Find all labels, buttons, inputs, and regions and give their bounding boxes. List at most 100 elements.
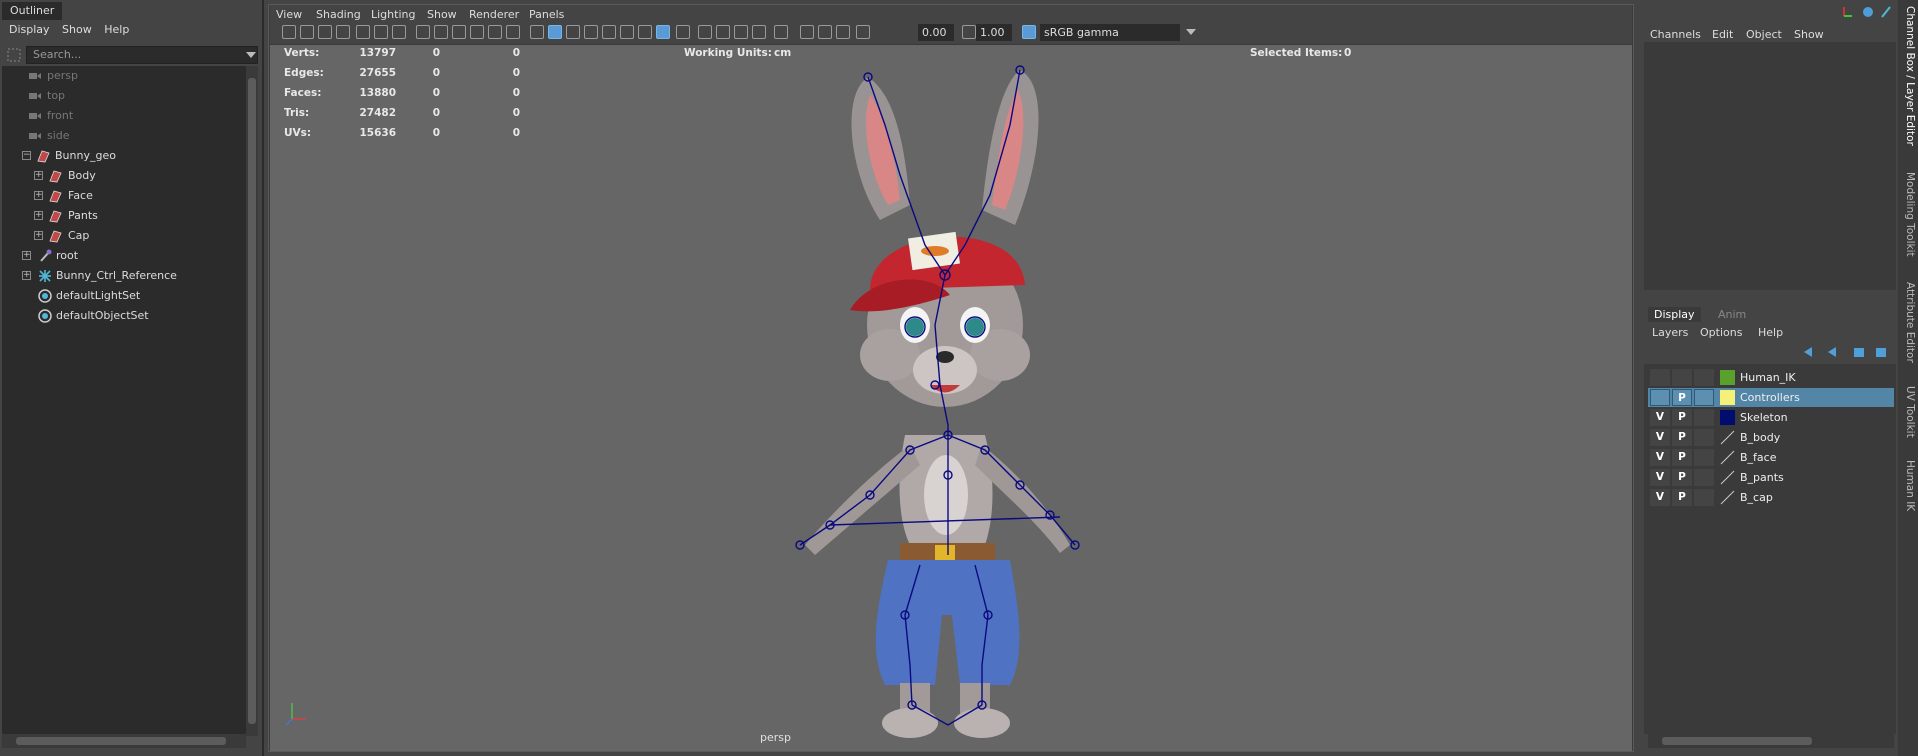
color-management-icon[interactable] <box>1022 25 1036 39</box>
shadows-icon[interactable] <box>638 25 652 39</box>
tab-uv-toolkit[interactable]: UV Toolkit <box>1900 386 1916 438</box>
channel-menu-edit[interactable]: Edit <box>1712 28 1733 41</box>
viewport-menu-view[interactable]: View <box>276 8 302 21</box>
channel-menu-object[interactable]: Object <box>1746 28 1782 41</box>
tab-channel-box-layer-editor[interactable]: Channel Box / Layer Editor <box>1900 6 1916 146</box>
layer-row-b-body[interactable]: V P B_body <box>1648 428 1894 447</box>
bunny-character-model[interactable] <box>720 55 1180 745</box>
grid-toggle-icon[interactable] <box>416 25 430 39</box>
tab-anim[interactable]: Anim <box>1712 307 1752 322</box>
outliner-menu-display[interactable]: Display <box>9 23 50 36</box>
no-color-icon[interactable] <box>1720 470 1735 485</box>
layer-color-swatch[interactable] <box>1720 410 1735 425</box>
channel-menu-channels[interactable]: Channels <box>1650 28 1701 41</box>
layer-visibility-toggle[interactable]: V <box>1650 469 1670 486</box>
outliner-menu-show[interactable]: Show <box>62 23 92 36</box>
layer-row-b-face[interactable]: V P B_face <box>1648 448 1894 467</box>
collapse-icon[interactable]: − <box>22 151 31 160</box>
sync-icon[interactable] <box>1863 7 1873 17</box>
safe-title-icon[interactable] <box>470 25 484 39</box>
scrollbar-thumb[interactable] <box>16 737 226 745</box>
layer-visibility-toggle[interactable] <box>1650 389 1670 406</box>
outliner-item-front[interactable]: front <box>29 106 73 126</box>
wireframe-on-shaded-icon[interactable] <box>584 25 598 39</box>
outliner-item-cap[interactable]: + Cap <box>34 226 89 246</box>
viewport-menu-panels[interactable]: Panels <box>529 8 564 21</box>
lock-camera-icon[interactable] <box>818 25 832 39</box>
anti-aliasing-icon[interactable] <box>752 25 766 39</box>
camera-select-icon[interactable] <box>800 25 814 39</box>
isolate-select-icon[interactable] <box>698 25 712 39</box>
layer-display-type-toggle[interactable] <box>1694 389 1714 406</box>
xray-icon[interactable] <box>656 25 670 39</box>
layer-menu-options[interactable]: Options <box>1700 326 1742 339</box>
viewport-menu-show[interactable]: Show <box>427 8 457 21</box>
ambient-occlusion-icon[interactable] <box>676 25 690 39</box>
lights-icon[interactable] <box>620 25 634 39</box>
layer-display-type-toggle[interactable] <box>1694 469 1714 486</box>
outliner-item-top[interactable]: top <box>29 86 65 106</box>
layer-editor-horizontal-scrollbar[interactable] <box>1648 734 1894 748</box>
wireframe-icon[interactable] <box>530 25 544 39</box>
resolution-gate-icon[interactable] <box>392 25 406 39</box>
layer-display-type-toggle[interactable] <box>1694 369 1714 386</box>
viewport-menu-shading[interactable]: Shading <box>316 8 361 21</box>
outliner-item-default-light-set[interactable]: defaultLightSet <box>38 286 140 306</box>
layer-color-swatch[interactable] <box>1720 370 1735 385</box>
layer-row-b-pants[interactable]: V P B_pants <box>1648 468 1894 487</box>
edit-icon[interactable] <box>1881 6 1891 18</box>
layer-menu-layers[interactable]: Layers <box>1652 326 1688 339</box>
layer-menu-help[interactable]: Help <box>1758 326 1783 339</box>
gamma-icon[interactable] <box>962 25 976 39</box>
layer-display-type-toggle[interactable] <box>1694 429 1714 446</box>
smooth-shade-icon[interactable] <box>548 25 562 39</box>
new-layer-selected-icon[interactable] <box>1876 348 1886 357</box>
outliner-tab[interactable]: Outliner <box>2 2 63 20</box>
layer-playback-toggle[interactable] <box>1672 369 1692 386</box>
ipr-icon[interactable] <box>836 25 850 39</box>
no-color-icon[interactable] <box>1720 490 1735 505</box>
textured-icon[interactable] <box>602 25 616 39</box>
channel-menu-show[interactable]: Show <box>1794 28 1824 41</box>
grid-view-icon[interactable] <box>356 25 370 39</box>
exposure-field[interactable]: 0.00 <box>918 24 954 41</box>
filter-icon[interactable] <box>6 47 22 63</box>
exposure-icon[interactable] <box>856 25 870 39</box>
no-color-icon[interactable] <box>1720 430 1735 445</box>
layer-playback-toggle[interactable]: P <box>1672 409 1692 426</box>
xray-joints-icon[interactable] <box>716 25 730 39</box>
channel-box-area[interactable] <box>1644 42 1896 290</box>
scrollbar-thumb[interactable] <box>1662 737 1812 745</box>
layer-row-b-cap[interactable]: V P B_cap <box>1648 488 1894 507</box>
expand-icon[interactable]: + <box>34 171 43 180</box>
layer-display-type-toggle[interactable] <box>1694 409 1714 426</box>
outliner-item-pants[interactable]: + Pants <box>34 206 98 226</box>
viewport-menu-lighting[interactable]: Lighting <box>371 8 415 21</box>
layer-playback-toggle[interactable]: P <box>1672 449 1692 466</box>
layer-visibility-toggle[interactable] <box>1650 369 1670 386</box>
layer-visibility-toggle[interactable]: V <box>1650 489 1670 506</box>
move-layer-down-icon[interactable] <box>1828 347 1836 357</box>
expand-icon[interactable]: + <box>22 271 31 280</box>
outliner-menu-help[interactable]: Help <box>104 23 129 36</box>
tab-human-ik[interactable]: Human IK <box>1900 460 1916 511</box>
outliner-item-default-object-set[interactable]: defaultObjectSet <box>38 306 149 326</box>
bookmarks-icon[interactable] <box>318 25 332 39</box>
layer-playback-toggle[interactable]: P <box>1672 469 1692 486</box>
scrollbar-thumb[interactable] <box>248 78 256 724</box>
outliner-item-body[interactable]: + Body <box>34 166 96 186</box>
chevron-down-icon[interactable] <box>1186 29 1196 37</box>
select-camera-icon[interactable] <box>282 25 296 39</box>
tab-attribute-editor[interactable]: Attribute Editor <box>1900 282 1916 363</box>
outliner-item-bunny-ctrl-reference[interactable]: + Bunny_Ctrl_Reference <box>22 266 177 286</box>
outliner-item-root[interactable]: + root <box>22 246 78 266</box>
tab-modeling-toolkit[interactable]: Modeling Toolkit <box>1900 172 1916 257</box>
no-color-icon[interactable] <box>1720 450 1735 465</box>
outliner-vertical-scrollbar[interactable] <box>246 66 258 736</box>
depth-of-field-icon[interactable] <box>774 25 788 39</box>
transform-icon[interactable] <box>1843 7 1852 17</box>
layer-color-swatch[interactable] <box>1720 390 1735 405</box>
expand-icon[interactable]: + <box>34 211 43 220</box>
layer-playback-toggle[interactable]: P <box>1672 389 1692 406</box>
image-plane-icon[interactable] <box>336 25 350 39</box>
